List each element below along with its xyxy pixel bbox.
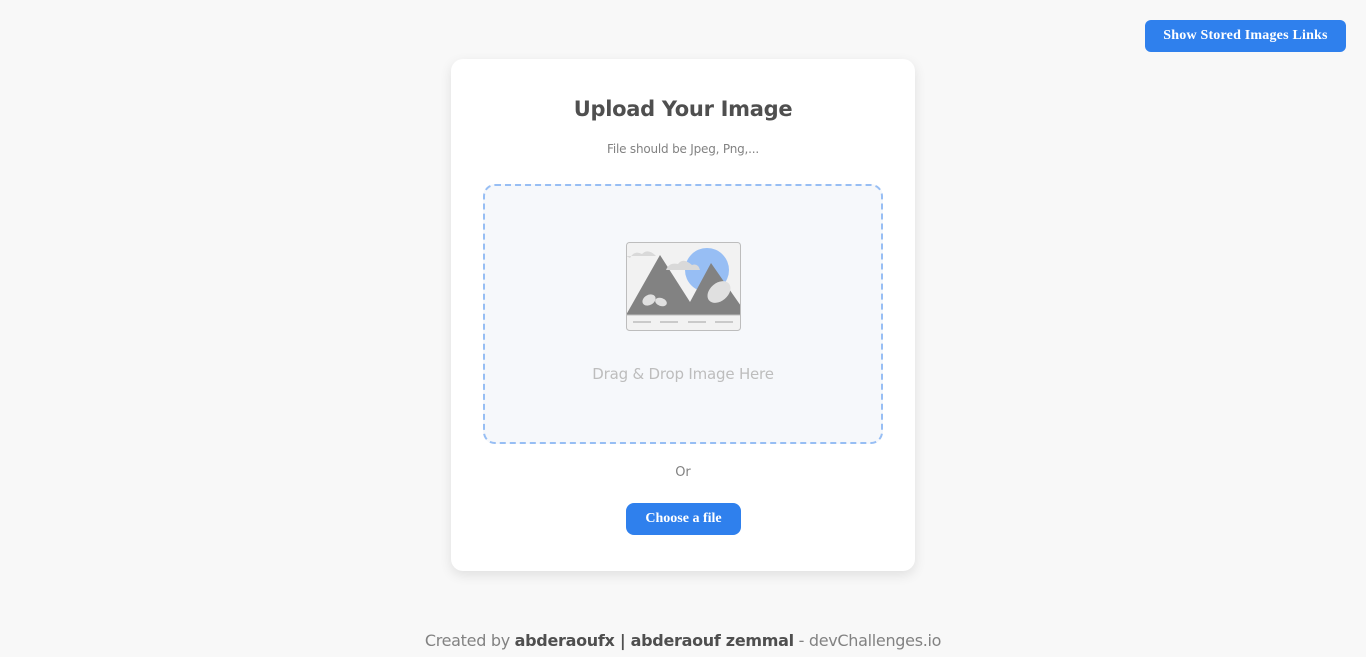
footer-author: abderaoufx | abderaouf zemmal bbox=[514, 631, 794, 650]
image-placeholder-icon bbox=[626, 242, 741, 331]
footer-separator: - bbox=[793, 631, 809, 650]
upload-subtitle: File should be Jpeg, Png,... bbox=[607, 142, 759, 156]
choose-file-button[interactable]: Choose a file bbox=[626, 503, 741, 535]
footer-credit: Created by abderaoufx | abderaouf zemmal… bbox=[0, 631, 1366, 650]
drag-drop-zone[interactable]: Drag & Drop Image Here bbox=[483, 184, 883, 444]
footer-site-link[interactable]: devChallenges.io bbox=[809, 631, 942, 650]
footer-prefix: Created by bbox=[424, 631, 515, 650]
drag-drop-label: Drag & Drop Image Here bbox=[592, 365, 774, 383]
show-stored-images-links-button[interactable]: Show Stored Images Links bbox=[1145, 20, 1346, 52]
page: Show Stored Images Links Upload Your Ima… bbox=[0, 0, 1366, 657]
upload-title: Upload Your Image bbox=[573, 97, 793, 121]
or-separator: Or bbox=[675, 465, 691, 480]
upload-card: Upload Your Image File should be Jpeg, P… bbox=[451, 59, 915, 571]
